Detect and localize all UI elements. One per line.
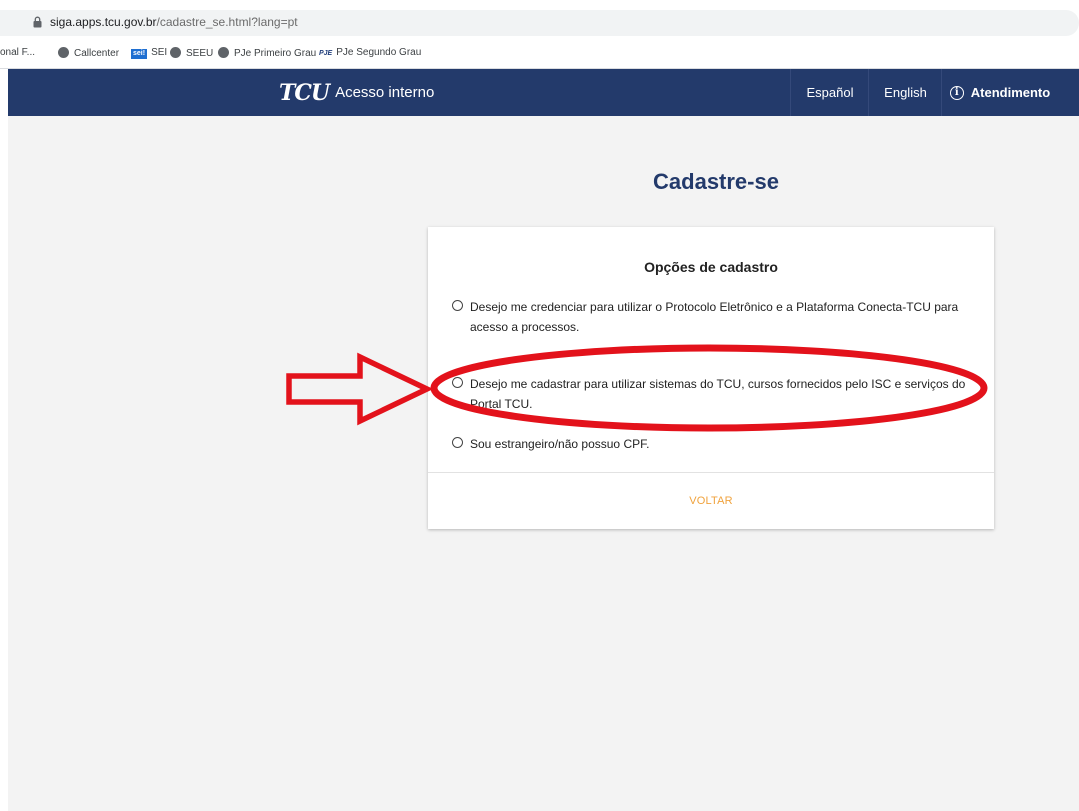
bookmark-item[interactable]: PJe Primeiro Grau xyxy=(218,47,316,60)
bookmark-item[interactable]: Callcenter xyxy=(58,47,119,60)
bookmark-label: PJe Segundo Grau xyxy=(336,47,422,58)
bookmark-label: SEEU xyxy=(186,48,214,59)
bookmark-item[interactable]: onal F... xyxy=(0,47,35,59)
atendimento-label: Atendimento xyxy=(970,85,1051,100)
brand-title: Acesso interno xyxy=(335,84,435,101)
atendimento-button[interactable]: i Atendimento xyxy=(941,69,1058,116)
brand[interactable]: TCU Acesso interno xyxy=(279,79,434,107)
bookmark-label: PJe Primeiro Grau xyxy=(234,48,317,59)
url-host: siga.apps.tcu.gov.br xyxy=(50,15,157,29)
bookmark-label: Callcenter xyxy=(74,48,120,59)
bookmark-label: SEI xyxy=(151,47,168,58)
option-estrangeiro[interactable]: Sou estrangeiro/não possuo CPF. xyxy=(452,434,972,454)
divider xyxy=(428,472,994,473)
info-icon: i xyxy=(949,85,964,100)
browser-address-bar: siga.apps.tcu.gov.br/cadastre_se.html?la… xyxy=(0,0,1079,38)
espanol-label: Español xyxy=(806,85,854,100)
english-button[interactable]: English xyxy=(868,69,942,116)
bookmark-label: onal F... xyxy=(0,47,36,58)
globe-icon xyxy=(58,47,69,58)
option-label: Sou estrangeiro/não possuo CPF. xyxy=(470,437,650,451)
url-text[interactable]: siga.apps.tcu.gov.br/cadastre_se.html?la… xyxy=(50,13,298,31)
card-title: Opções de cadastro xyxy=(644,259,778,275)
tcu-logo: TCU xyxy=(279,80,330,106)
globe-icon xyxy=(218,47,229,58)
bookmarks-bar: onal F... Callcenter sei! SEI SEEU PJe Pr… xyxy=(0,38,1079,69)
radio-button[interactable] xyxy=(452,437,463,448)
lock-icon xyxy=(33,16,42,28)
page-title: Cadastre-se xyxy=(653,169,779,194)
red-ellipse-annotation xyxy=(430,344,988,432)
option-protocolo[interactable]: Desejo me credenciar para utilizar o Pro… xyxy=(452,297,972,337)
radio-button[interactable] xyxy=(452,300,463,311)
url-path: /cadastre_se.html?lang=pt xyxy=(156,15,298,29)
bookmark-item[interactable]: sei! SEI xyxy=(131,47,167,59)
bookmark-item[interactable]: SEEU xyxy=(170,47,213,60)
sei-icon: sei! xyxy=(131,49,148,59)
globe-icon xyxy=(170,47,181,58)
red-arrow-annotation xyxy=(286,352,432,426)
left-strip xyxy=(0,69,8,811)
top-navbar: TCU Acesso interno Español English i Ate… xyxy=(8,69,1079,116)
bookmark-item[interactable]: PJE PJe Segundo Grau xyxy=(319,47,421,60)
espanol-button[interactable]: Español xyxy=(790,69,869,116)
english-label: English xyxy=(884,85,927,100)
pje-icon: PJE xyxy=(319,50,333,57)
option-label: Desejo me credenciar para utilizar o Pro… xyxy=(470,300,959,334)
back-button[interactable]: VOLTAR xyxy=(428,495,994,507)
